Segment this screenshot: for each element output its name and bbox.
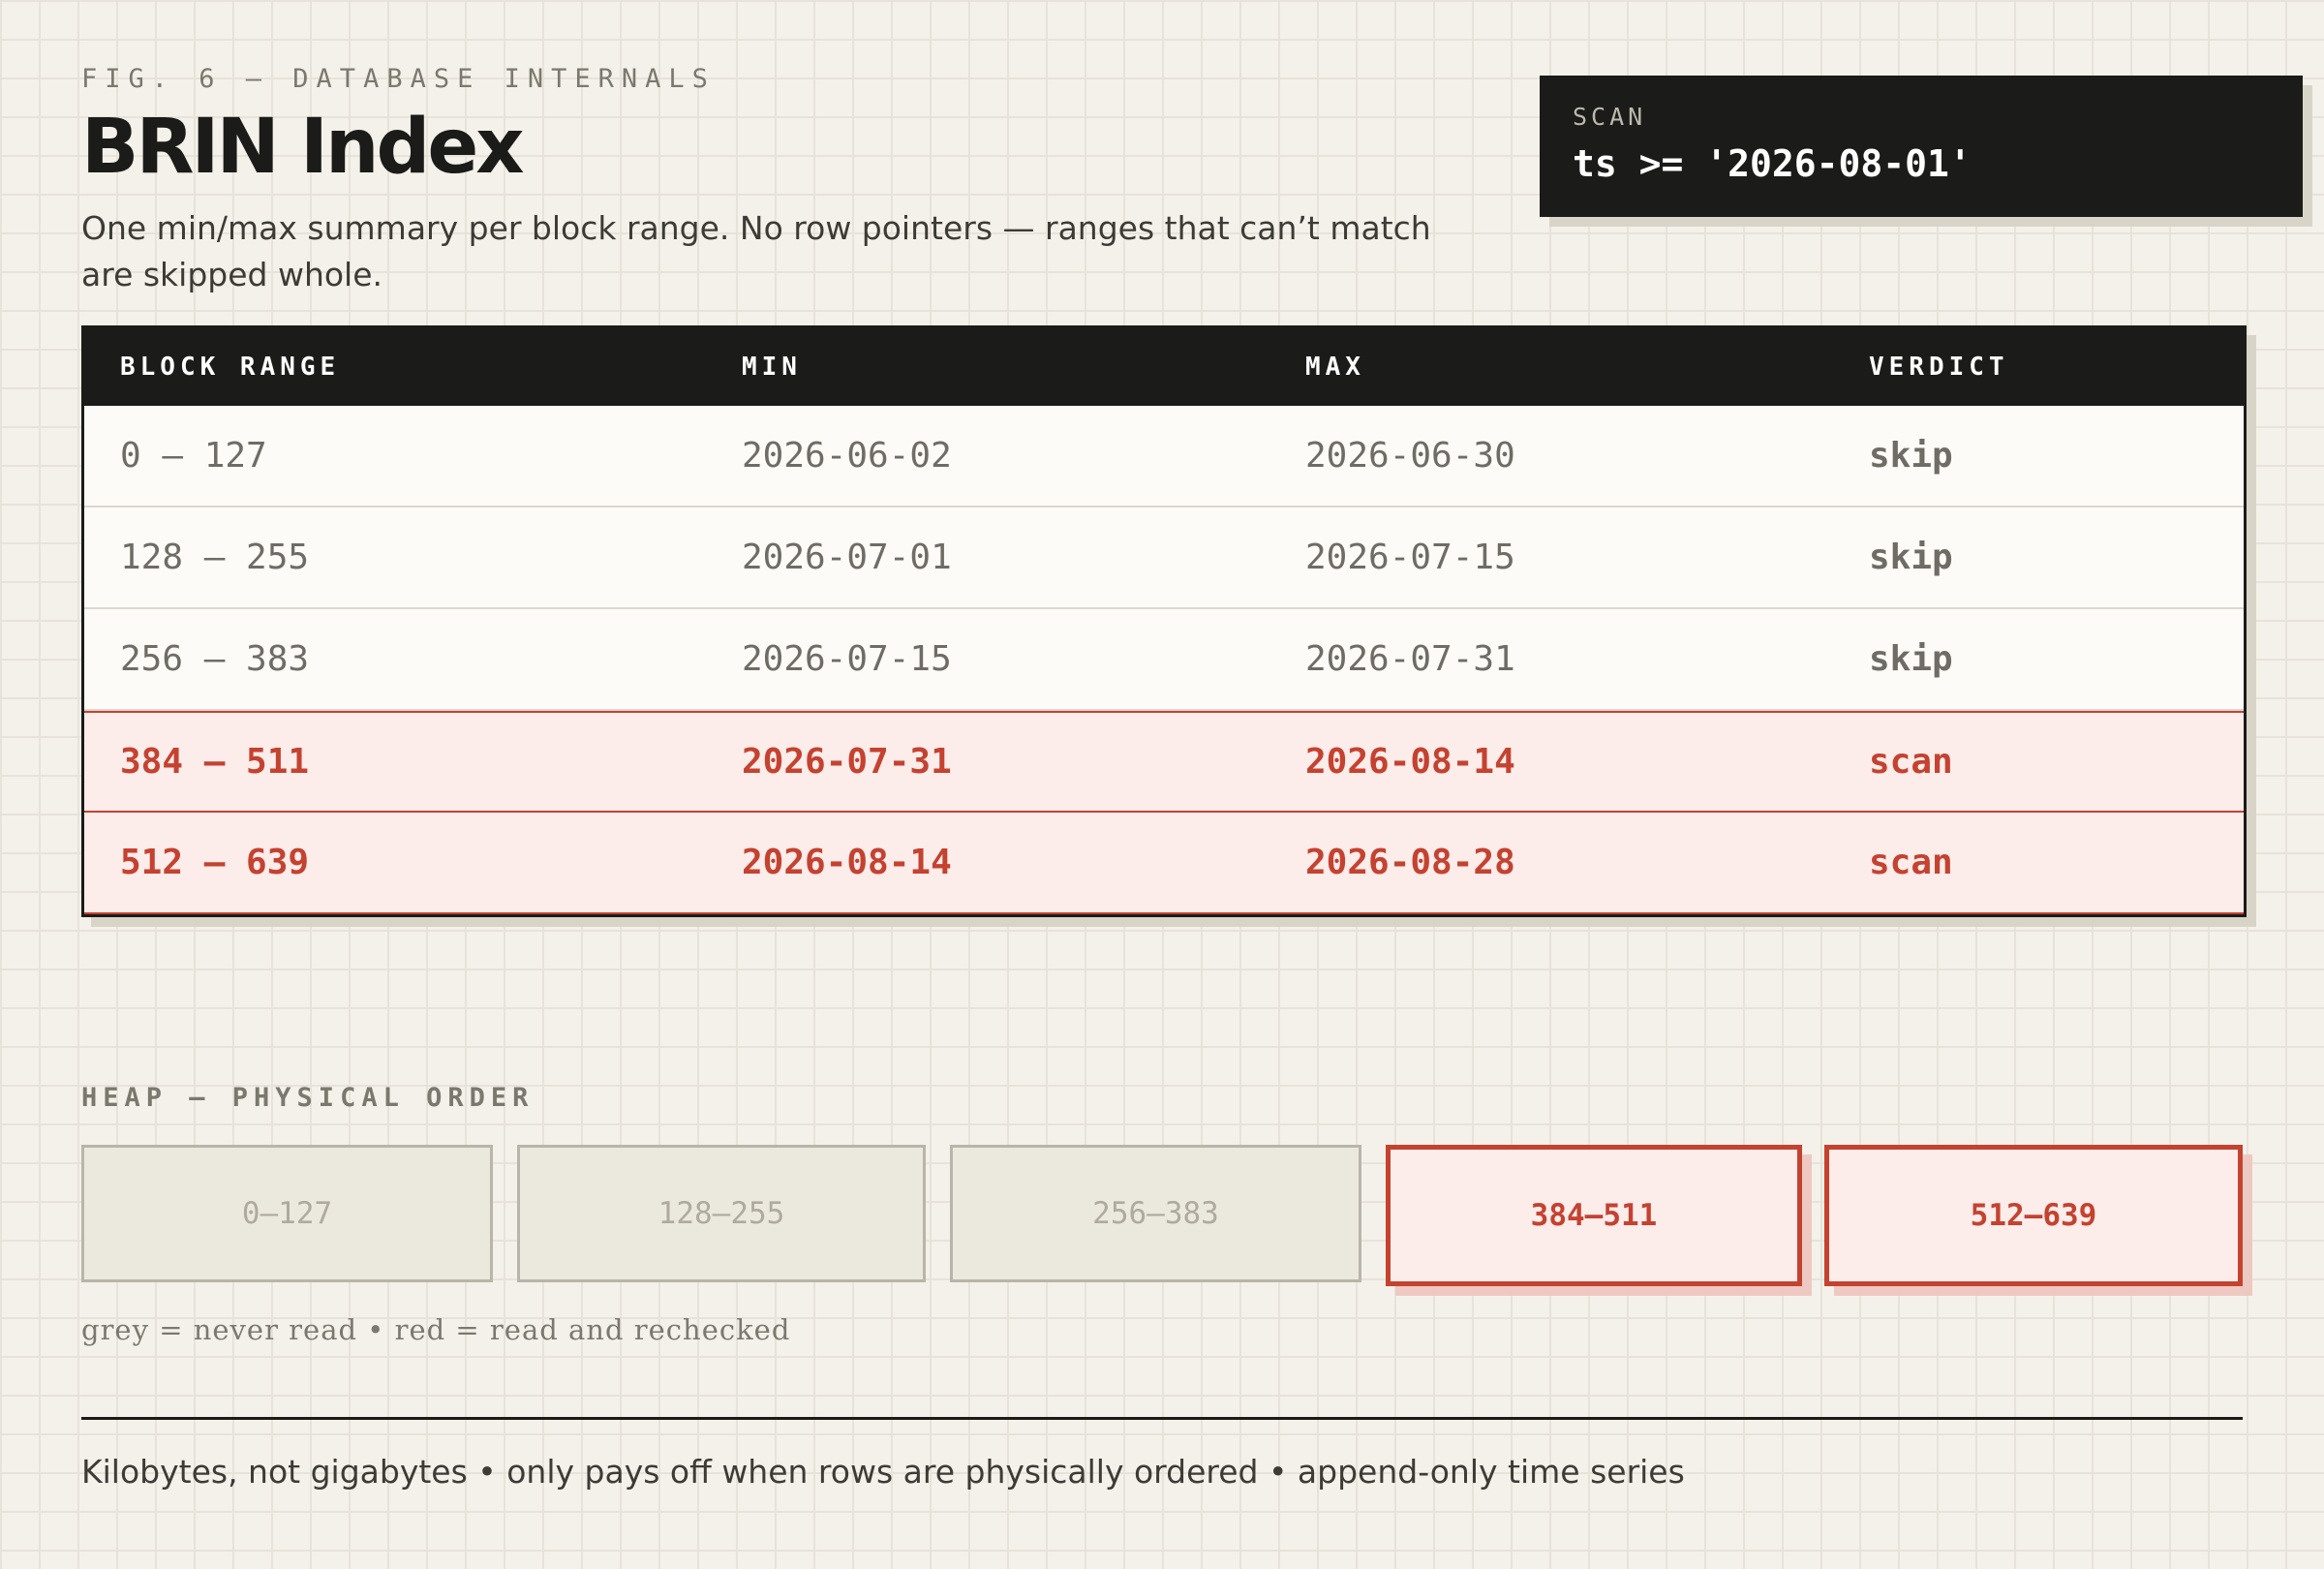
verdict-cell: skip xyxy=(1869,538,1953,577)
heap-legend: grey = never read • red = read and reche… xyxy=(81,1313,791,1346)
min-cell: 2026-08-14 xyxy=(742,843,952,882)
heap-block: 128–255 xyxy=(517,1145,926,1282)
scan-query: ts >= '2026-08-01' xyxy=(1573,142,1972,185)
heap-label: HEAP — PHYSICAL ORDER xyxy=(81,1083,535,1113)
heap-blocks: 0–127 128–255 256–383 384–511 512–639 xyxy=(81,1145,2247,1286)
block-range-cell: 256 – 383 xyxy=(120,639,310,679)
column-header-min: MIN xyxy=(742,353,802,382)
verdict-cell: skip xyxy=(1869,639,1953,679)
block-range-cell: 128 – 255 xyxy=(120,538,310,577)
scan-query-box: SCAN ts >= '2026-08-01' xyxy=(1540,76,2303,217)
table-header-row: BLOCK RANGE MIN MAX VERDICT xyxy=(84,328,2244,406)
min-cell: 2026-07-01 xyxy=(742,538,952,577)
table-row: 0 – 127 2026-06-02 2026-06-30 skip xyxy=(84,406,2244,508)
brin-summary-table: BLOCK RANGE MIN MAX VERDICT 0 – 127 2026… xyxy=(81,325,2247,917)
heap-block: 512–639 xyxy=(1824,1145,2243,1286)
column-header-max: MAX xyxy=(1305,353,1365,382)
max-cell: 2026-07-15 xyxy=(1305,538,1515,577)
scan-label: SCAN xyxy=(1573,103,1647,131)
block-range-cell: 512 – 639 xyxy=(120,843,310,882)
verdict-cell: scan xyxy=(1869,843,1953,882)
page-subtitle: One min/max summary per block range. No … xyxy=(81,209,1431,293)
max-cell: 2026-06-30 xyxy=(1305,436,1515,476)
heap-block: 384–511 xyxy=(1386,1145,1802,1286)
block-range-cell: 0 – 127 xyxy=(120,436,267,476)
page-title: BRIN Index xyxy=(81,104,525,191)
block-range-cell: 384 – 511 xyxy=(120,742,310,782)
min-cell: 2026-07-31 xyxy=(742,742,952,782)
footer-note: Kilobytes, not gigabytes • only pays off… xyxy=(81,1453,1685,1491)
table-row: 384 – 511 2026-07-31 2026-08-14 scan xyxy=(84,711,2244,813)
heap-block: 256–383 xyxy=(950,1145,1361,1282)
table-row: 128 – 255 2026-07-01 2026-07-15 skip xyxy=(84,508,2244,609)
min-cell: 2026-06-02 xyxy=(742,436,952,476)
divider xyxy=(81,1417,2243,1420)
table-row: 256 – 383 2026-07-15 2026-07-31 skip xyxy=(84,609,2244,711)
column-header-block-range: BLOCK RANGE xyxy=(120,353,341,382)
heap-block: 0–127 xyxy=(81,1145,493,1282)
verdict-cell: scan xyxy=(1869,742,1953,782)
column-header-verdict: VERDICT xyxy=(1869,353,2009,382)
min-cell: 2026-07-15 xyxy=(742,639,952,679)
table-row: 512 – 639 2026-08-14 2026-08-28 scan xyxy=(84,813,2244,914)
figure-eyebrow: FIG. 6 — DATABASE INTERNALS xyxy=(81,64,716,94)
max-cell: 2026-08-28 xyxy=(1305,843,1515,882)
max-cell: 2026-08-14 xyxy=(1305,742,1515,782)
max-cell: 2026-07-31 xyxy=(1305,639,1515,679)
verdict-cell: skip xyxy=(1869,436,1953,476)
